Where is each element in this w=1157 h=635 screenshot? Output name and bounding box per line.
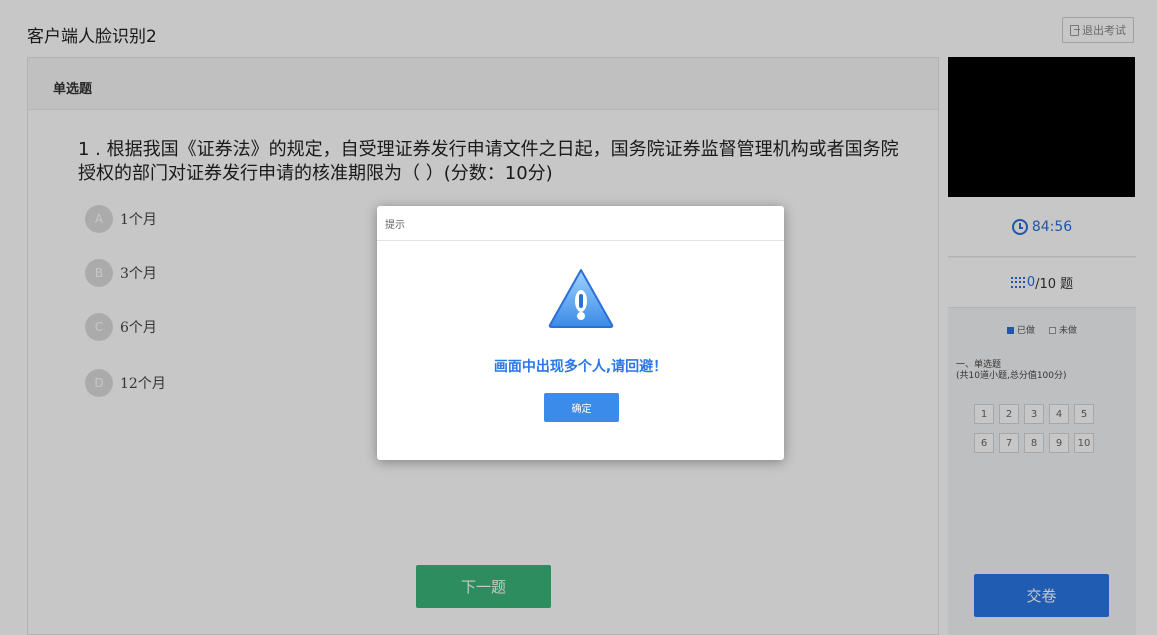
warning-icon [548,269,614,328]
dialog-header: 提示 [377,206,784,241]
confirm-button[interactable]: 确定 [544,393,619,422]
dialog-message: 画面中出现多个人,请回避！ [493,359,668,375]
alert-dialog: 提示 画面中出现多个人,请回避！ 确定 [377,206,784,460]
dialog-title: 提示 [385,219,405,231]
